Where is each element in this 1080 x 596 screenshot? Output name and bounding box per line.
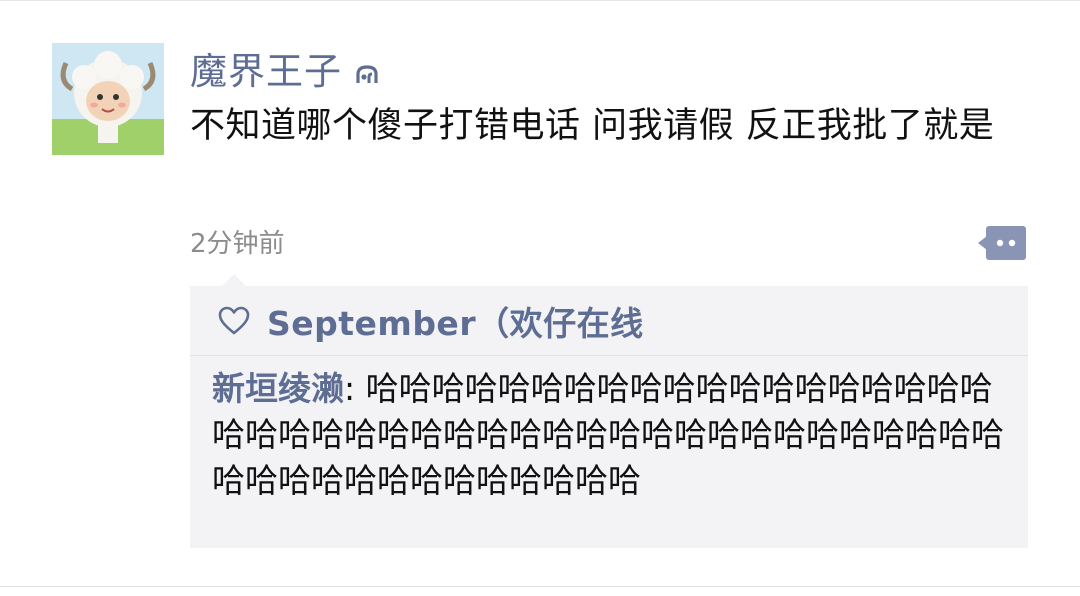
top-divider xyxy=(0,0,1080,1)
comment-author-link[interactable]: 新垣绫濑 xyxy=(212,369,344,408)
comment-item[interactable]: 新垣绫濑: 哈哈哈哈哈哈哈哈哈哈哈哈哈哈哈哈哈哈哈哈哈哈哈哈哈哈哈哈哈哈哈哈哈哈… xyxy=(212,366,1012,504)
likes-divider xyxy=(190,355,1028,356)
username-link[interactable]: 魔界王子 xyxy=(190,53,342,90)
sheep-avatar-image xyxy=(52,43,164,155)
comment-separator: : xyxy=(344,369,366,408)
post-timestamp: 2分钟前 xyxy=(190,229,285,259)
comment-bubble-icon xyxy=(978,226,1026,260)
comment-box-pointer xyxy=(222,274,246,286)
post-content: 不知道哪个傻子打错电话 问我请假 反正我批了就是 xyxy=(190,106,995,146)
comment-button[interactable] xyxy=(978,226,1026,260)
verified-badge-icon xyxy=(352,60,382,90)
bottom-divider xyxy=(0,586,1080,587)
avatar[interactable] xyxy=(52,43,164,155)
heart-icon xyxy=(218,306,250,335)
post-header: 魔界王子 xyxy=(190,44,382,98)
likes-row: September（欢仔在线 xyxy=(218,298,644,344)
like-user-link[interactable]: September（欢仔在线 xyxy=(267,297,644,345)
